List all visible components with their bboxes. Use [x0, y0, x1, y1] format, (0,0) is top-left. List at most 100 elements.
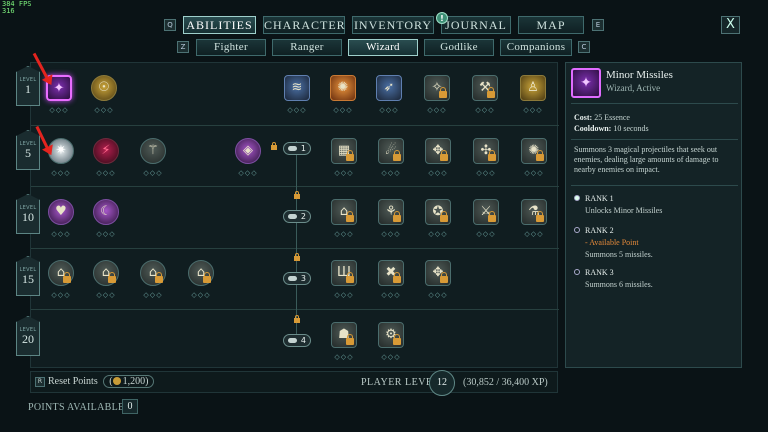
ability-locked-icon[interactable]: ✧: [424, 75, 450, 101]
reset-key: R: [35, 376, 45, 387]
lock-icon: [440, 150, 448, 161]
subtab-prev-key[interactable]: Z: [177, 41, 189, 53]
rank-pips: ◇◇◇: [49, 106, 69, 114]
lock-icon: [440, 211, 448, 222]
tab-next-key[interactable]: E: [592, 19, 604, 31]
ability-passive-icon[interactable]: ⌂: [48, 260, 74, 286]
rank-body: Unlocks Minor Missiles: [585, 206, 663, 215]
rank-title: RANK 2: [585, 226, 614, 235]
rank-pips: ◇◇◇: [287, 106, 307, 114]
ability-locked-icon[interactable]: ✺: [521, 138, 547, 164]
ability-locked-icon[interactable]: ☗: [331, 322, 357, 348]
ability-cost: Cost: 25 Essence: [574, 113, 630, 122]
rank-pips: ◇◇◇: [94, 106, 114, 114]
reset-label: Reset Points: [48, 376, 98, 387]
ability-locked-icon[interactable]: ⚗: [521, 199, 547, 225]
ability-locked-icon[interactable]: ⚙: [378, 322, 404, 348]
ability-arcane-claw-icon[interactable]: ☾: [93, 199, 119, 225]
ability-passive-icon[interactable]: ⌂: [93, 260, 119, 286]
ability-locked-icon[interactable]: ☄: [378, 138, 404, 164]
rank-2[interactable]: RANK 2 - Available Point Summons 5 missi…: [574, 225, 653, 261]
subtab-companions[interactable]: Companions: [500, 39, 572, 56]
ability-arcane-orb-icon[interactable]: ◈: [235, 138, 261, 164]
row-divider: [31, 309, 559, 310]
ability-arcane-streak-icon[interactable]: ≋: [284, 75, 310, 101]
rank-pips: ◇◇◇: [381, 169, 401, 177]
cooldown-value: 10 seconds: [613, 124, 649, 133]
rank-pips: ◇◇◇: [143, 169, 163, 177]
ability-locked-icon[interactable]: ✥: [425, 138, 451, 164]
rank-available-note: - Available Point: [585, 238, 639, 247]
tab-abilities[interactable]: ABILITIES: [183, 16, 256, 34]
ability-blood-strike-icon[interactable]: ⚡: [93, 138, 119, 164]
rank-pips: ◇◇◇: [96, 169, 116, 177]
tab-inventory[interactable]: INVENTORY: [352, 16, 434, 34]
lock-icon: [487, 87, 495, 98]
ability-locked-icon[interactable]: ✪: [425, 199, 451, 225]
ability-passive-gold-icon[interactable]: ☉: [91, 75, 117, 101]
cost-value: 25 Essence: [594, 113, 630, 122]
ability-passive-icon[interactable]: ⌂: [140, 260, 166, 286]
ability-flame-fan-icon[interactable]: ✺: [330, 75, 356, 101]
cost-label: Cost:: [574, 113, 593, 122]
tier-2-badge: 2: [283, 210, 311, 223]
reset-cost-value: 1,200: [122, 376, 146, 387]
lock-icon: [488, 150, 496, 161]
rank-pips: ◇◇◇: [523, 106, 543, 114]
subtab-fighter[interactable]: Fighter: [196, 39, 266, 56]
lock-icon: [488, 211, 496, 222]
lock-icon: [393, 150, 401, 161]
coin-icon: [112, 377, 121, 385]
rank-pips: ◇◇◇: [334, 291, 354, 299]
tab-journal[interactable]: JOURNAL: [441, 16, 511, 34]
ability-locked-icon[interactable]: ⚒: [472, 75, 498, 101]
ability-locked-icon[interactable]: ⚔: [473, 199, 499, 225]
level-value: 20: [22, 332, 34, 346]
player-level-value: 12: [429, 370, 455, 396]
lock-icon: [346, 150, 354, 161]
ability-locked-icon[interactable]: Ш: [331, 260, 357, 286]
rank-unselected-icon: [574, 227, 580, 233]
tab-map[interactable]: MAP: [518, 16, 584, 34]
ability-locked-icon[interactable]: ▦: [331, 138, 357, 164]
lock-icon: [393, 334, 401, 345]
points-available-label: POINTS AVAILABLE: [28, 402, 125, 413]
subtab-godlike[interactable]: Godlike: [424, 39, 494, 56]
rank-selected-icon: [574, 195, 580, 201]
tab-prev-key[interactable]: Q: [164, 19, 176, 31]
rank-pips: ◇◇◇: [427, 106, 447, 114]
ability-cooldown: Cooldown: 10 seconds: [574, 124, 649, 133]
rank-pips: ◇◇◇: [381, 291, 401, 299]
ability-locked-icon[interactable]: ✣: [473, 138, 499, 164]
rank-pips: ◇◇◇: [51, 291, 71, 299]
lock-icon: [346, 272, 354, 283]
ability-passive-figure-icon[interactable]: ♙: [520, 75, 546, 101]
subtab-wizard[interactable]: Wizard: [348, 39, 418, 56]
ability-arcane-bolt-icon[interactable]: ➶: [376, 75, 402, 101]
ability-staff-icon[interactable]: ⚚: [140, 138, 166, 164]
lock-icon: [271, 142, 277, 150]
tab-character[interactable]: CHARACTER: [263, 16, 345, 34]
close-button[interactable]: X: [721, 16, 740, 34]
rank-1: RANK 1 Unlocks Minor Missiles: [574, 193, 662, 217]
subtab-next-key[interactable]: C: [578, 41, 590, 53]
rank-3[interactable]: RANK 3 Summons 6 missiles.: [574, 267, 653, 291]
ability-heart-icon[interactable]: ♥: [48, 199, 74, 225]
ability-passive-icon[interactable]: ⌂: [188, 260, 214, 286]
lock-icon: [440, 272, 448, 283]
rank-pips: ◇◇◇: [428, 230, 448, 238]
level-value: 15: [22, 272, 34, 286]
rank-pips: ◇◇◇: [51, 230, 71, 238]
ability-locked-icon[interactable]: ✥: [425, 260, 451, 286]
ability-locked-icon[interactable]: ✖: [378, 260, 404, 286]
rank-pips: ◇◇◇: [96, 230, 116, 238]
player-level-label: PLAYER LEVEL: [361, 377, 440, 388]
level-badge-1: LEVEL 1: [16, 66, 40, 106]
subtab-ranger[interactable]: Ranger: [272, 39, 342, 56]
lock-icon: [536, 150, 544, 161]
ability-locked-icon[interactable]: ⌂: [331, 199, 357, 225]
rank-pips: ◇◇◇: [476, 169, 496, 177]
ability-locked-icon[interactable]: ⚘: [378, 199, 404, 225]
bottom-bar: R Reset Points (1,200) PLAYER LEVEL 12 (3…: [30, 370, 558, 396]
reset-points-button[interactable]: R Reset Points (1,200): [35, 375, 155, 388]
